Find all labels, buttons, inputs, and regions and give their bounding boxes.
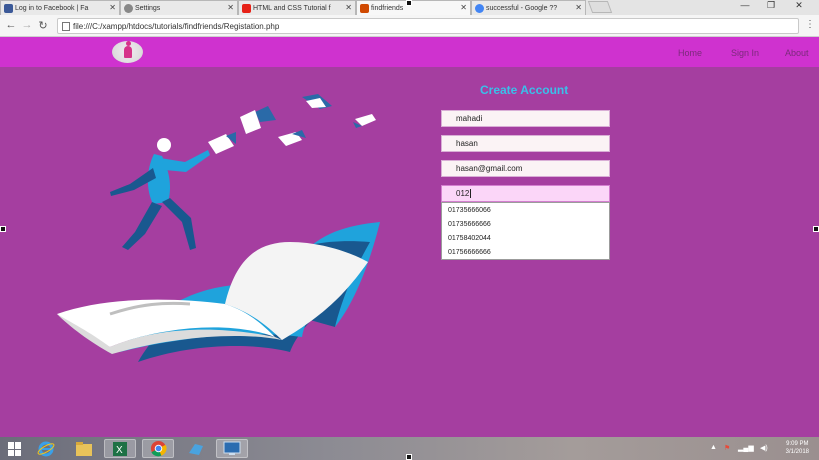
autocomplete-option[interactable]: 01758402044 (442, 231, 609, 245)
screen-icon[interactable] (216, 439, 248, 458)
gear-icon (124, 4, 133, 13)
autocomplete-dropdown: 01735666066 01735666666 01758402044 0175… (441, 202, 610, 260)
resize-handle[interactable] (406, 0, 412, 6)
forward-arrow-icon[interactable]: → (20, 19, 34, 31)
resize-handle[interactable] (0, 226, 6, 232)
page-icon (360, 4, 369, 13)
youtube-icon (242, 4, 251, 13)
site-logo[interactable] (112, 41, 143, 63)
tab-close-icon[interactable]: ✕ (460, 3, 467, 12)
tab-google-search[interactable]: successful - Google ?? ✕ (471, 0, 586, 15)
browser-toolbar: ← → ↻ file:///C:/xampp/htdocs/tutorials/… (0, 15, 819, 37)
svg-text:X: X (116, 445, 123, 456)
flag-icon[interactable]: ⚑ (724, 444, 730, 452)
tab-close-icon[interactable]: ✕ (109, 3, 116, 12)
tab-facebook[interactable]: Log in to Facebook | Fa ✕ (0, 0, 120, 15)
menu-icon[interactable]: ⋮ (803, 19, 817, 30)
system-clock[interactable]: 9:09 PM 3/1/2018 (786, 440, 809, 456)
clock-time: 9:09 PM (786, 441, 809, 447)
nav-signin-link[interactable]: Sign In (731, 48, 759, 58)
clock-date: 3/1/2018 (785, 449, 809, 455)
email-value: hasan@gmail.com (456, 164, 523, 173)
first-name-input[interactable]: mahadi (441, 110, 610, 127)
file-icon (62, 21, 70, 31)
tray-arrow-icon[interactable]: ▲ (710, 444, 717, 451)
autocomplete-option[interactable]: 01735666666 (442, 217, 609, 231)
phone-value: 012 (456, 189, 470, 198)
new-tab-button[interactable] (587, 1, 613, 13)
email-input[interactable]: hasan@gmail.com (441, 160, 610, 177)
tab-title: successful - Google ?? (486, 4, 558, 12)
excel-icon[interactable]: X (104, 439, 136, 458)
close-window-button[interactable]: ✕ (790, 0, 808, 11)
file-explorer-icon[interactable] (68, 439, 100, 458)
internet-explorer-icon[interactable] (30, 439, 62, 458)
autocomplete-option[interactable]: 01735666066 (442, 203, 609, 217)
resize-handle[interactable] (406, 454, 412, 460)
running-person (110, 138, 210, 250)
phone-input[interactable]: 012 (441, 185, 610, 202)
last-name-input[interactable]: hasan (441, 135, 610, 152)
back-arrow-icon[interactable]: ← (4, 19, 18, 31)
google-icon (475, 4, 484, 13)
create-account-title: Create Account (480, 83, 569, 97)
network-icon[interactable]: ▂▄▆ (738, 444, 754, 452)
maximize-button[interactable]: ❐ (762, 0, 780, 11)
url-text: file:///C:/xampp/htdocs/tutorials/findfr… (73, 21, 280, 31)
site-navbar: Home Sign In About (0, 37, 819, 67)
volume-icon[interactable]: ◀) (760, 444, 768, 452)
nav-home-link[interactable]: Home (678, 48, 702, 58)
tab-title: findfriends (371, 4, 404, 12)
page-content: Home Sign In About Create Account mahadi… (0, 37, 819, 437)
tab-findfriends[interactable]: findfriends ✕ (356, 0, 471, 15)
user-icon (123, 41, 132, 58)
windows-start-icon[interactable] (8, 442, 22, 456)
tab-title: Settings (135, 4, 161, 12)
tab-html-css-tutorial[interactable]: HTML and CSS Tutorial f ✕ (238, 0, 356, 15)
minimize-button[interactable]: — (736, 0, 754, 10)
resize-handle[interactable] (813, 226, 819, 232)
tab-title: HTML and CSS Tutorial f (253, 4, 331, 12)
book-illustration (57, 94, 380, 362)
facebook-icon (4, 4, 13, 13)
text-caret (470, 189, 472, 198)
chrome-icon[interactable] (142, 439, 174, 458)
tab-title: Log in to Facebook | Fa (15, 4, 89, 12)
tab-close-icon[interactable]: ✕ (345, 3, 352, 12)
tab-close-icon[interactable]: ✕ (227, 3, 234, 12)
address-bar[interactable]: file:///C:/xampp/htdocs/tutorials/findfr… (57, 18, 799, 34)
app-icon[interactable] (180, 439, 212, 458)
autocomplete-option[interactable]: 01756666666 (442, 245, 609, 259)
nav-about-link[interactable]: About (785, 48, 809, 58)
reload-icon[interactable]: ↻ (36, 19, 50, 32)
open-book (57, 222, 380, 362)
tab-settings[interactable]: Settings ✕ (120, 0, 238, 15)
tab-close-icon[interactable]: ✕ (575, 3, 582, 12)
flying-pages (208, 94, 376, 154)
